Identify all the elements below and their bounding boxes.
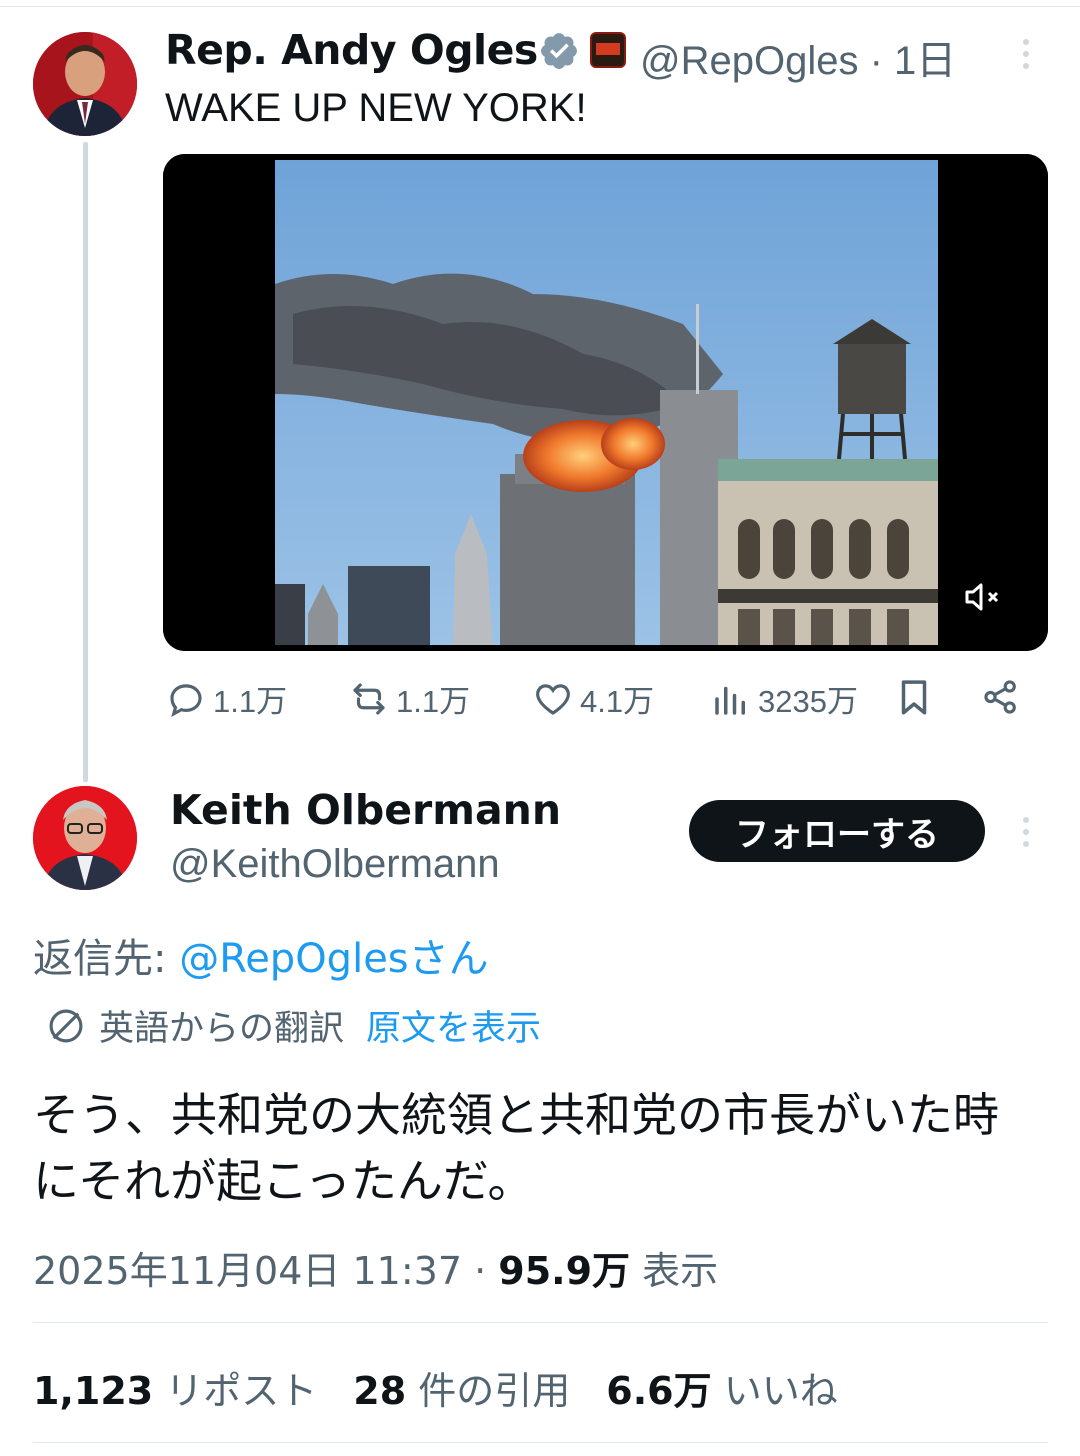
tweet-action-bar: 1.1万 1.1万 4.1万 3235万: [0, 676, 1080, 736]
tweet-timestamp[interactable]: 2025年11月04日 11:37 ·: [33, 1249, 498, 1293]
avatar-rep-andy-ogles[interactable]: [33, 32, 137, 136]
post-time[interactable]: · 1日: [870, 39, 957, 83]
affiliate-badge-icon: [590, 32, 626, 68]
view-count: 95.9万: [498, 1249, 631, 1293]
bookmark-icon: [901, 680, 927, 715]
reply-count: 1.1万: [213, 684, 288, 719]
show-original-link[interactable]: 原文を表示: [366, 1000, 541, 1051]
reposts-stat[interactable]: 1,123 リポスト: [33, 1369, 317, 1413]
bookmark-button[interactable]: [893, 676, 941, 718]
quotes-label: 件の引用: [406, 1369, 571, 1413]
tweet-text: WAKE UP NEW YORK!: [165, 86, 587, 130]
reply-button[interactable]: 1.1万: [165, 676, 287, 721]
views-button[interactable]: 3235万: [710, 676, 858, 721]
reposts-count: 1,123: [33, 1369, 154, 1413]
follow-button[interactable]: フォローする: [689, 800, 985, 862]
reply-to-line: 返信先: @RepOglesさん: [33, 926, 489, 984]
reposts-label: リポスト: [153, 1369, 318, 1413]
author-handle[interactable]: @RepOgles: [640, 39, 858, 83]
reply-icon: [170, 683, 202, 717]
translated-from-label: 英語からの翻訳: [99, 1009, 345, 1049]
view-count: 3235万: [758, 684, 858, 719]
more-options-icon[interactable]: [1014, 812, 1038, 852]
tweet-meta: 2025年11月04日 11:37 · 95.9万 表示: [33, 1240, 718, 1295]
video-player[interactable]: [163, 154, 1048, 651]
mute-icon[interactable]: [963, 580, 1003, 614]
verified-badge-icon: [541, 33, 577, 69]
retweet-count: 1.1万: [396, 684, 471, 719]
author-display-name[interactable]: Rep. Andy Ogles: [165, 26, 538, 74]
engagement-stats: 1,123 リポスト 28 件の引用 6.6万 いいね: [33, 1360, 838, 1415]
quotes-count: 28: [353, 1369, 407, 1413]
heart-icon: [536, 683, 570, 715]
author-display-name[interactable]: Keith Olbermann: [170, 786, 561, 834]
translate-icon: [49, 1009, 83, 1042]
reply-to-mention[interactable]: @RepOglesさん: [179, 936, 488, 982]
likes-count: 6.6万: [606, 1369, 712, 1413]
translation-notice: 英語からの翻訳 原文を表示: [45, 1000, 541, 1051]
like-count: 4.1万: [580, 684, 655, 719]
author-handle[interactable]: @KeithOlbermann: [170, 842, 500, 887]
share-icon: [984, 680, 1016, 714]
reply-to-prefix: 返信先:: [33, 936, 180, 982]
analytics-icon: [715, 686, 745, 715]
quotes-stat[interactable]: 28 件の引用: [353, 1369, 570, 1413]
retweet-button[interactable]: 1.1万: [348, 676, 470, 721]
view-label: 表示: [630, 1249, 719, 1293]
divider: [33, 1322, 1048, 1323]
share-button[interactable]: [980, 676, 1028, 718]
divider: [33, 1442, 1048, 1443]
likes-stat[interactable]: 6.6万 いいね: [606, 1369, 837, 1413]
video-frame-image: [163, 154, 1048, 651]
like-button[interactable]: 4.1万: [532, 676, 654, 721]
top-divider: [0, 6, 1080, 7]
tweet-text: そう、共和党の大統領と共和党の市長がいた時にそれが起こったんだ。: [33, 1088, 999, 1208]
avatar-keith-olbermann[interactable]: [33, 786, 137, 890]
likes-label: いいね: [711, 1369, 838, 1413]
retweet-icon: [353, 682, 385, 715]
more-options-icon[interactable]: [1014, 34, 1038, 74]
